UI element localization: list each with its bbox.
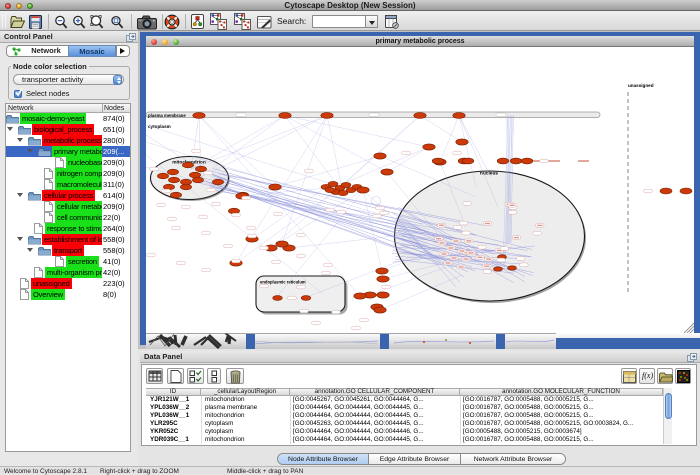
svg-text:unassigned: unassigned bbox=[628, 83, 654, 88]
svg-text:plasma membrane: plasma membrane bbox=[148, 113, 186, 118]
svg-text:endoplasmic reticulum: endoplasmic reticulum bbox=[260, 280, 306, 285]
